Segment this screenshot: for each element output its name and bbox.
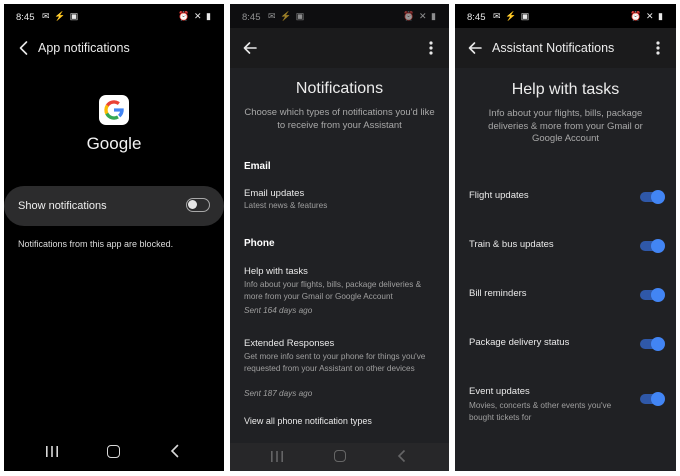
- more-vert-icon[interactable]: [421, 38, 441, 58]
- status-icons-right: ⏰ ✕ ▮: [178, 11, 212, 21]
- nav-back-icon[interactable]: [169, 444, 181, 458]
- package-delivery-toggle[interactable]: [640, 337, 665, 351]
- toggle-knob: [651, 190, 665, 204]
- event-updates-toggle[interactable]: [640, 392, 665, 406]
- status-time: 8:45: [467, 12, 486, 23]
- home-icon[interactable]: [334, 450, 346, 462]
- flight-updates-toggle[interactable]: [640, 190, 665, 204]
- train-bus-updates-toggle[interactable]: [640, 239, 665, 253]
- email-updates-title[interactable]: Email updates: [244, 188, 439, 199]
- status-time: 8:45: [16, 12, 35, 23]
- show-notifications-toggle[interactable]: [186, 198, 210, 212]
- help-with-tasks-screen: 8:45 ✉ ⚡ ▣ ⏰ ✕ ▮ Assistant Notifications…: [455, 4, 676, 471]
- section-email: Email: [244, 161, 271, 172]
- more-vert-icon[interactable]: [648, 38, 668, 58]
- toggle-label: Bill reminders: [469, 288, 527, 299]
- page-subtitle: Choose which types of notifications you'…: [244, 107, 435, 131]
- app-name: Google: [86, 134, 142, 153]
- section-subtitle: Info about your flights, bills, package …: [488, 108, 643, 144]
- assistant-notifications-screen: 8:45 ✉ ⚡ ▣ ⏰ ✕ ▮ Notifications Choose wh…: [230, 4, 449, 471]
- app-bar: Assistant Notifications: [455, 28, 676, 68]
- blocked-message: Notifications from this app are blocked.: [18, 239, 174, 249]
- section-phone: Phone: [244, 238, 275, 249]
- toggle-label: Event updates: [469, 386, 530, 397]
- toggle-label: Train & bus updates: [469, 239, 554, 250]
- status-bar: 8:45 ✉ ⚡ ▣ ⏰ ✕ ▮: [4, 4, 224, 28]
- toggle-knob: [651, 392, 665, 406]
- page-title: Assistant Notifications: [492, 41, 615, 55]
- section-heading: Help with tasks: [511, 81, 620, 98]
- navigation-bar: [230, 443, 449, 471]
- status-icons-right: ⏰ ✕ ▮: [403, 11, 437, 21]
- back-arrow-icon[interactable]: [240, 38, 260, 58]
- toggle-row-train-bus-updates[interactable]: Train & bus updates: [455, 239, 676, 279]
- app-bar: [230, 28, 449, 68]
- status-icons-left: ✉ ⚡ ▣: [268, 11, 306, 21]
- toggle-label: Flight updates: [469, 190, 529, 201]
- status-bar: 8:45 ✉ ⚡ ▣ ⏰ ✕ ▮: [230, 4, 449, 28]
- toggle-row-flight-updates[interactable]: Flight updates: [455, 190, 676, 230]
- page-title: Notifications: [295, 80, 384, 97]
- status-icons-left: ✉ ⚡ ▣: [42, 11, 80, 21]
- toggle-row-event-updates[interactable]: Event updates Movies, concerts & other e…: [455, 386, 676, 436]
- help-with-tasks-desc: Info about your flights, bills, package …: [244, 280, 422, 301]
- toggle-label: Package delivery status: [469, 337, 570, 348]
- toggle-knob: [651, 239, 665, 253]
- help-with-tasks-title[interactable]: Help with tasks: [244, 266, 439, 277]
- app-notifications-screen: 8:45 ✉ ⚡ ▣ ⏰ ✕ ▮ App notifications Googl…: [4, 4, 224, 471]
- bill-reminders-toggle[interactable]: [640, 288, 665, 302]
- nav-back-icon[interactable]: [396, 449, 408, 463]
- home-icon[interactable]: [107, 445, 120, 458]
- back-arrow-icon[interactable]: [14, 38, 34, 58]
- navigation-bar: [4, 433, 224, 471]
- extended-responses-desc: Get more info sent to your phone for thi…: [244, 352, 426, 373]
- status-icons-right: ⏰ ✕ ▮: [630, 11, 664, 21]
- toggle-knob: [188, 200, 197, 209]
- toggle-row-package-delivery[interactable]: Package delivery status: [455, 337, 676, 377]
- status-bar: 8:45 ✉ ⚡ ▣ ⏰ ✕ ▮: [455, 4, 676, 28]
- help-with-tasks-sent: Sent 164 days ago: [244, 306, 313, 315]
- show-notifications-label: Show notifications: [18, 200, 107, 212]
- toggle-desc: Movies, concerts & other events you've b…: [469, 401, 612, 422]
- status-icons-left: ✉ ⚡ ▣: [493, 11, 531, 21]
- page-title: App notifications: [38, 41, 130, 55]
- toggle-row-bill-reminders[interactable]: Bill reminders: [455, 288, 676, 328]
- email-updates-desc: Latest news & features: [244, 201, 328, 210]
- recents-icon[interactable]: [46, 446, 58, 457]
- extended-responses-title[interactable]: Extended Responses: [244, 338, 439, 349]
- back-arrow-icon[interactable]: [465, 38, 485, 58]
- recents-icon[interactable]: [271, 451, 283, 462]
- toggle-knob: [651, 337, 665, 351]
- show-notifications-row[interactable]: Show notifications: [4, 186, 224, 226]
- toggle-knob: [651, 288, 665, 302]
- status-time: 8:45: [242, 12, 261, 23]
- extended-responses-sent: Sent 187 days ago: [244, 389, 313, 398]
- view-all-link[interactable]: View all phone notification types: [244, 416, 372, 426]
- app-bar: App notifications: [4, 28, 224, 68]
- google-g-icon: [99, 95, 129, 125]
